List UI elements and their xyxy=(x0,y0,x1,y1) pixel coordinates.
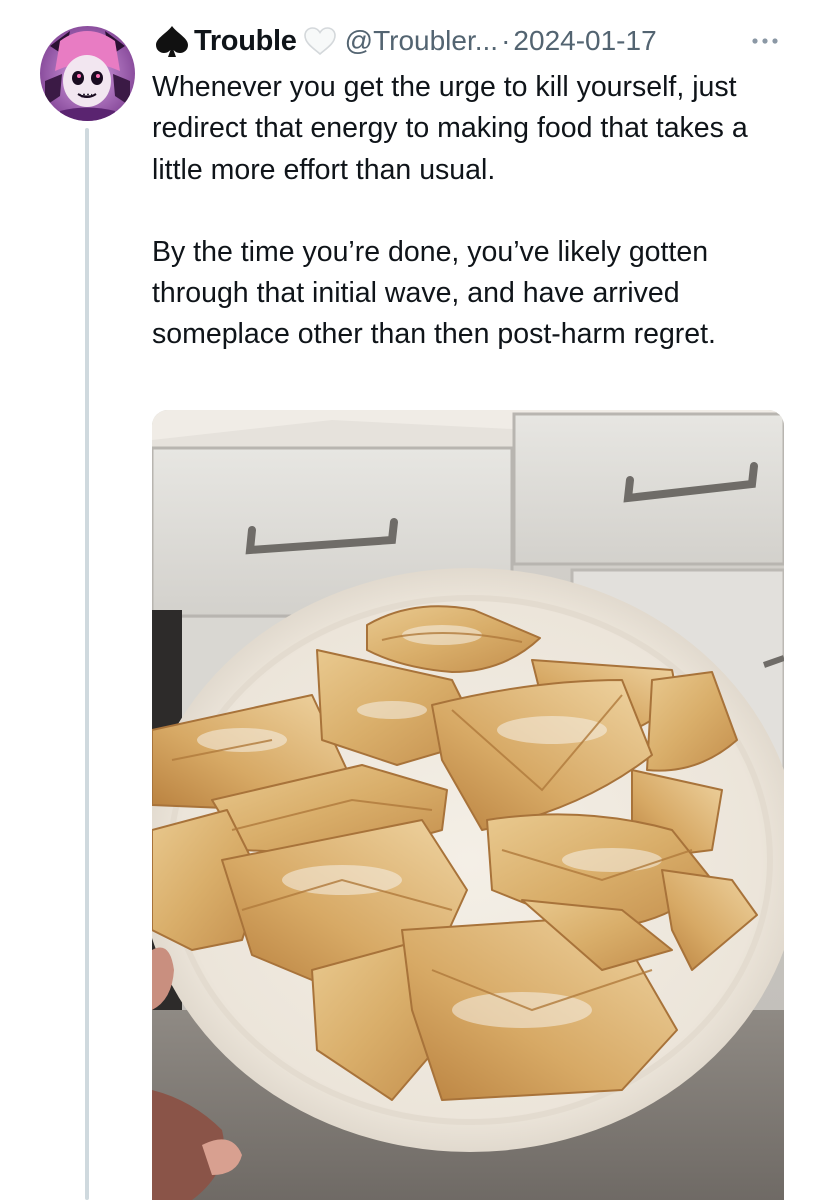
tweet-header: Trouble @Troubler... · 2024-01-17 xyxy=(152,22,657,60)
separator-dot: · xyxy=(501,25,511,56)
avatar-image xyxy=(40,26,135,121)
white-heart-icon xyxy=(303,26,337,56)
tweet-paragraph-2: By the time you’re done, you’ve likely g… xyxy=(152,235,716,351)
tweet-date[interactable]: 2024-01-17 xyxy=(513,25,656,57)
tweet-text: Whenever you get the urge to kill yourse… xyxy=(152,67,802,356)
thread-line xyxy=(85,128,89,1200)
user-handle[interactable]: @Troubler... xyxy=(345,25,498,57)
tweet-paragraph-1: Whenever you get the urge to kill yourse… xyxy=(152,71,748,186)
tweet-photo[interactable] xyxy=(152,410,784,1200)
avatar[interactable] xyxy=(40,26,135,121)
tweet: Trouble @Troubler... · 2024-01-17 Whenev… xyxy=(0,0,825,1200)
display-name[interactable]: Trouble xyxy=(194,25,297,58)
spade-icon xyxy=(152,24,192,58)
more-options-icon[interactable] xyxy=(748,28,782,54)
food-photo xyxy=(152,410,784,1200)
